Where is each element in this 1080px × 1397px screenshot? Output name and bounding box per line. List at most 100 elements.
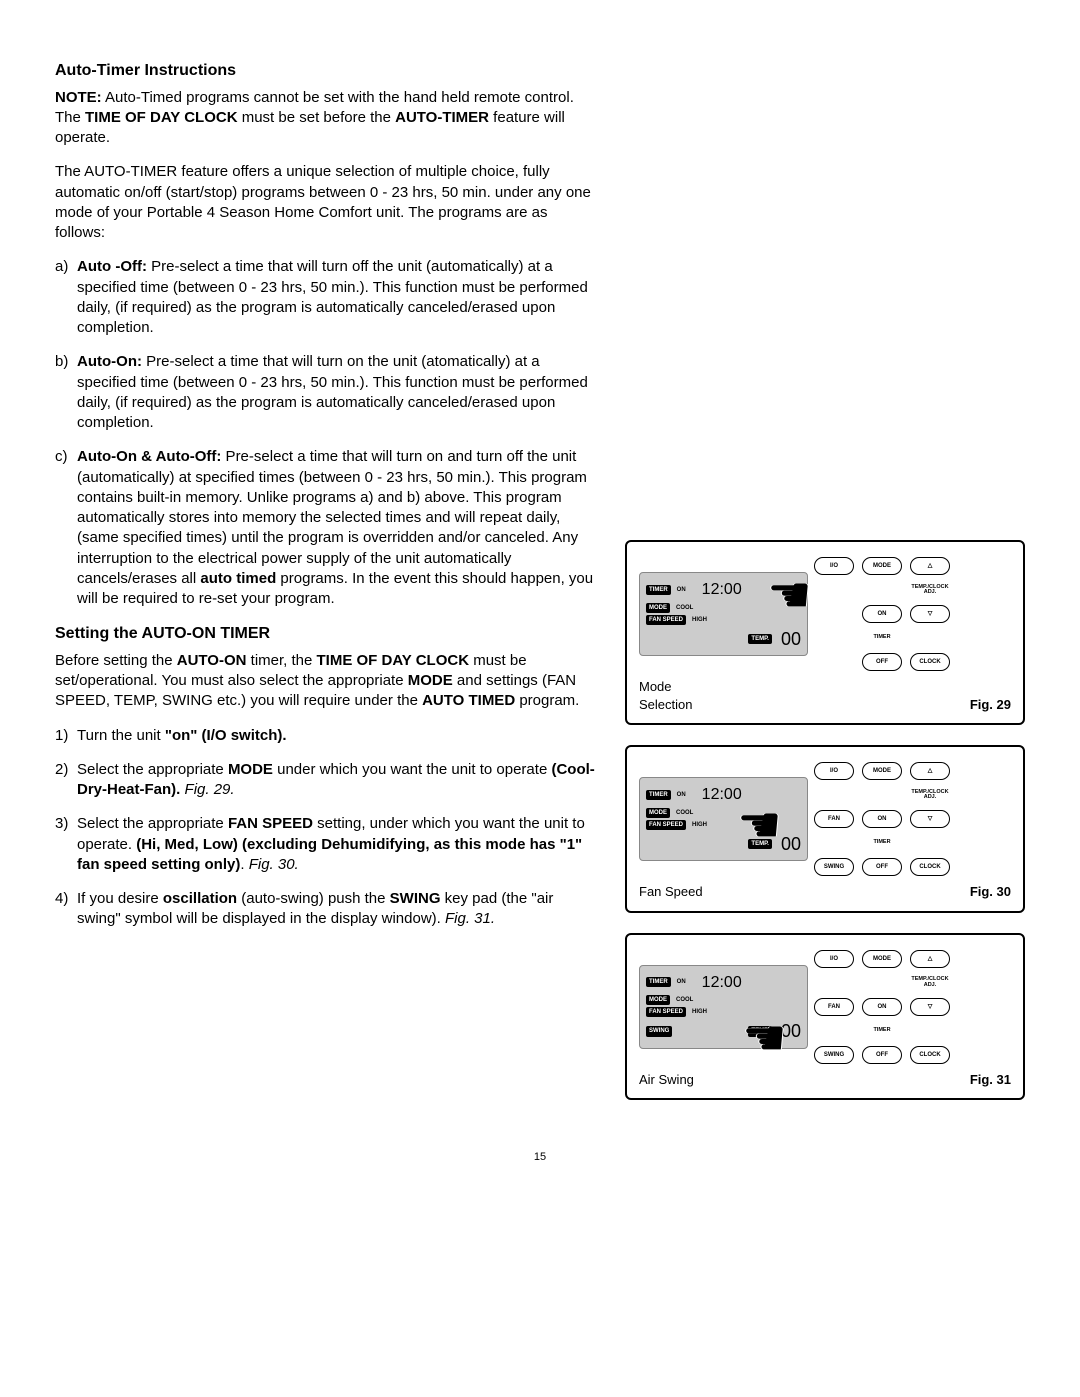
swing-button[interactable]: SWING <box>814 1046 854 1064</box>
text: auto timed <box>200 570 276 587</box>
lcd-value: HIGH <box>689 1007 710 1017</box>
lcd-value: ON <box>674 790 689 800</box>
adj-label: TEMP./CLOCK ADJ. <box>910 977 950 988</box>
lcd-label: TEMP. <box>748 839 772 849</box>
adj-label: TEMP./CLOCK ADJ. <box>910 585 950 596</box>
timer-label: TIMER <box>862 635 902 641</box>
off-button[interactable]: OFF <box>862 1046 902 1064</box>
up-button[interactable]: △ <box>910 557 950 575</box>
page-number: 15 <box>55 1150 1025 1165</box>
lcd-value: HIGH <box>689 615 710 625</box>
text: must be set before the <box>238 109 396 126</box>
fig-number: Fig. 30 <box>970 883 1011 901</box>
text: oscillation <box>163 890 237 907</box>
text: SWING <box>390 890 441 907</box>
text: AUTO-ON <box>177 652 247 669</box>
text: TIME OF DAY CLOCK <box>317 652 470 669</box>
mode-button[interactable]: MODE <box>862 950 902 968</box>
marker: b) <box>55 352 77 433</box>
button-grid: I/O MODE △ TEMP./CLOCK ADJ. ON ▽ TIMER O… <box>814 556 950 672</box>
io-button[interactable]: I/O <box>814 557 854 575</box>
text: (auto-swing) push the <box>237 890 390 907</box>
swing-button[interactable]: SWING <box>814 858 854 876</box>
mode-button[interactable]: MODE <box>862 762 902 780</box>
down-button[interactable]: ▽ <box>910 605 950 623</box>
lcd-label: FAN SPEED <box>646 820 686 830</box>
text: Auto-On: <box>77 353 142 370</box>
text: Select the appropriate <box>77 815 228 832</box>
text: Auto -Off: <box>77 258 147 275</box>
lcd-temp: 00 <box>781 627 801 651</box>
text: "on" (I/O switch). <box>165 727 287 744</box>
up-button[interactable]: △ <box>910 762 950 780</box>
figure-31: TIMERON12:00 MODECOOL FAN SPEEDHIGH SWIN… <box>625 933 1025 1101</box>
note-prefix: NOTE: <box>55 89 102 106</box>
lcd-value: HIGH <box>689 820 710 830</box>
text: under which you want the unit to operate <box>273 761 552 778</box>
lcd-label: FAN SPEED <box>646 615 686 625</box>
list-item-a: a) Auto -Off: Pre-select a time that wil… <box>55 257 595 338</box>
text: Before setting the <box>55 652 177 669</box>
lcd-label: SWING <box>646 1026 672 1036</box>
figure-29: TIMERON12:00 MODECOOL FAN SPEEDHIGH TEMP… <box>625 540 1025 725</box>
lcd-label: MODE <box>646 603 670 613</box>
marker: c) <box>55 447 77 609</box>
lcd-label: TEMP. <box>748 1026 772 1036</box>
timer-label: TIMER <box>862 840 902 846</box>
lcd-value: COOL <box>673 603 696 613</box>
off-button[interactable]: OFF <box>862 858 902 876</box>
lcd-value: ON <box>674 585 689 595</box>
off-button[interactable]: OFF <box>862 653 902 671</box>
text: Auto-On & Auto-Off: <box>77 448 221 465</box>
io-button[interactable]: I/O <box>814 762 854 780</box>
text: TIME OF DAY CLOCK <box>85 109 238 126</box>
on-button[interactable]: ON <box>862 605 902 623</box>
list-item-b: b) Auto-On: Pre-select a time that will … <box>55 352 595 433</box>
fig-ref: Fig. 29. <box>185 781 235 798</box>
section-heading: Setting the AUTO-ON TIMER <box>55 623 595 645</box>
down-button[interactable]: ▽ <box>910 810 950 828</box>
lcd-label: FAN SPEED <box>646 1007 686 1017</box>
adj-label: TEMP./CLOCK ADJ. <box>910 790 950 801</box>
fan-button[interactable]: FAN <box>814 998 854 1016</box>
io-button[interactable]: I/O <box>814 950 854 968</box>
button-grid: I/O MODE △ TEMP./CLOCK ADJ. FAN ON ▽ TIM… <box>814 761 950 877</box>
text: FAN SPEED <box>228 815 313 832</box>
text: (Hi, Med, Low) (excluding Dehumidifying,… <box>77 836 582 873</box>
button-grid: I/O MODE △ TEMP./CLOCK ADJ. FAN ON ▽ TIM… <box>814 949 950 1065</box>
lcd-temp: 00 <box>781 832 801 856</box>
text: . <box>240 856 248 873</box>
on-button[interactable]: ON <box>862 810 902 828</box>
step-3: 3) Select the appropriate FAN SPEED sett… <box>55 814 595 875</box>
lcd-label: MODE <box>646 808 670 818</box>
fig-number: Fig. 31 <box>970 1071 1011 1089</box>
text: Pre-select a time that will turn off the… <box>77 258 588 336</box>
marker: a) <box>55 257 77 338</box>
on-button[interactable]: ON <box>862 998 902 1016</box>
clock-button[interactable]: CLOCK <box>910 858 950 876</box>
intro-paragraph: The AUTO-TIMER feature offers a unique s… <box>55 162 595 243</box>
lcd-label: TIMER <box>646 585 671 595</box>
down-button[interactable]: ▽ <box>910 998 950 1016</box>
paragraph: Before setting the AUTO-ON timer, the TI… <box>55 651 595 712</box>
clock-button[interactable]: CLOCK <box>910 653 950 671</box>
lcd-display: TIMERON12:00 MODECOOL FAN SPEEDHIGH SWIN… <box>639 965 808 1049</box>
lcd-value: ON <box>674 977 689 987</box>
mode-button[interactable]: MODE <box>862 557 902 575</box>
lcd-clock: 12:00 <box>702 784 742 806</box>
fan-button[interactable]: FAN <box>814 810 854 828</box>
lcd-value: COOL <box>673 808 696 818</box>
lcd-temp: 00 <box>781 1019 801 1043</box>
lcd-display: TIMERON12:00 MODECOOL FAN SPEEDHIGH TEMP… <box>639 572 808 656</box>
list-item-c: c) Auto-On & Auto-Off: Pre-select a time… <box>55 447 595 609</box>
text: MODE <box>228 761 273 778</box>
marker: 4) <box>55 889 77 930</box>
fig-caption-left: Air Swing <box>639 1071 694 1089</box>
fig-caption-left: Mode Selection <box>639 678 692 713</box>
text: timer, the <box>246 652 316 669</box>
lcd-label: TIMER <box>646 977 671 987</box>
up-button[interactable]: △ <box>910 950 950 968</box>
clock-button[interactable]: CLOCK <box>910 1046 950 1064</box>
fig-number: Fig. 29 <box>970 696 1011 714</box>
lcd-value: COOL <box>673 995 696 1005</box>
